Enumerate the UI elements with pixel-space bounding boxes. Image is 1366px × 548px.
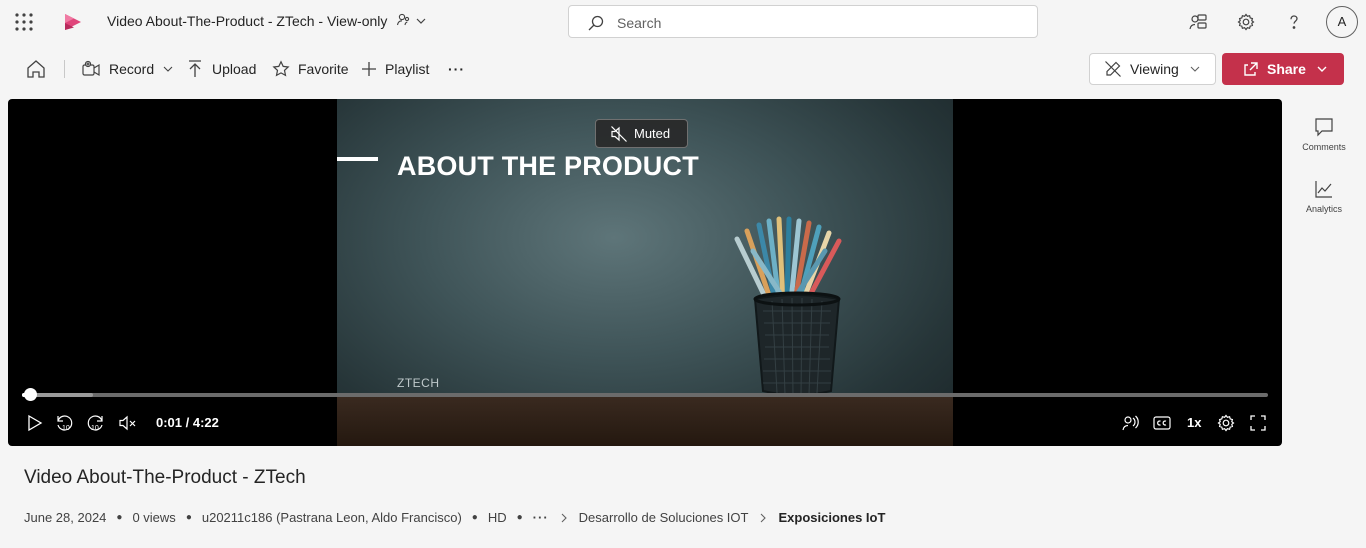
search-input[interactable]: Search <box>617 15 661 31</box>
rewind-10-icon: 10 <box>57 415 73 432</box>
share-icon <box>1244 61 1258 76</box>
fullscreen-button[interactable] <box>1248 413 1268 433</box>
analytics-label: Analytics <box>1305 204 1342 214</box>
upload-label: Upload <box>212 61 257 77</box>
settings-icon <box>1217 414 1235 432</box>
chevron-down-icon <box>1190 66 1200 72</box>
headline-dash <box>337 157 378 161</box>
meta-separator: ● <box>471 512 478 523</box>
help-icon[interactable] <box>1284 12 1304 32</box>
rewind-10-button[interactable]: 10 <box>54 413 74 433</box>
top-bar: Video About-The-Product - ZTech - View-o… <box>0 0 1366 44</box>
search-box[interactable]: Search <box>568 5 1038 38</box>
meta-separator: ● <box>116 512 123 523</box>
plus-icon <box>362 62 376 76</box>
meta-separator: ● <box>516 512 523 523</box>
muted-label: Muted <box>634 126 671 141</box>
chevron-down-icon <box>163 66 173 72</box>
closed-captions-icon <box>1153 416 1171 430</box>
analytics-icon <box>1315 181 1332 198</box>
pencil-cup-image <box>734 216 842 397</box>
pen-off-icon <box>1105 61 1121 77</box>
quality-badge: HD <box>487 510 507 525</box>
record-icon <box>82 60 100 77</box>
video-headline: ABOUT THE PRODUCT <box>397 151 699 181</box>
chevron-right-icon <box>758 512 768 524</box>
share-button[interactable]: Share <box>1222 53 1344 85</box>
muted-indicator[interactable]: Muted <box>595 119 688 148</box>
video-brand: ZTECH <box>397 376 440 390</box>
comments-label: Comments <box>1302 142 1346 152</box>
progress-thumb[interactable] <box>24 388 37 401</box>
fullscreen-icon <box>1250 415 1266 431</box>
toolbar-divider <box>64 60 65 78</box>
breadcrumb-current[interactable]: Exposiciones IoT <box>778 510 885 525</box>
video-meta: June 28, 2024 ● 0 views ● u20211c186 (Pa… <box>24 510 885 525</box>
time-display: 0:01 / 4:22 <box>156 415 219 430</box>
play-icon <box>28 414 43 432</box>
play-button[interactable] <box>24 413 44 433</box>
meta-separator: ● <box>185 512 192 523</box>
chevron-right-icon <box>559 512 569 524</box>
viewing-button[interactable]: Viewing <box>1089 53 1216 85</box>
upload-date: June 28, 2024 <box>24 510 107 525</box>
wooden-table <box>337 396 953 446</box>
owner-link[interactable]: u20211c186 (Pastrana Leon, Aldo Francisc… <box>202 510 462 525</box>
avatar[interactable]: A <box>1326 6 1358 38</box>
stream-logo-icon[interactable] <box>62 11 84 33</box>
chevron-down-icon <box>1317 66 1327 72</box>
comment-icon <box>1315 118 1333 137</box>
home-icon <box>27 60 45 78</box>
home-button[interactable] <box>25 58 47 80</box>
playlist-label: Playlist <box>385 61 430 77</box>
player-settings-button[interactable] <box>1216 413 1236 433</box>
favorite-button[interactable]: Favorite <box>272 58 349 80</box>
document-title[interactable]: Video About-The-Product - ZTech - View-o… <box>107 13 387 29</box>
upload-button[interactable]: Upload <box>186 58 256 80</box>
comments-panel-button[interactable]: Comments <box>1292 116 1356 152</box>
chevron-down-icon[interactable] <box>414 14 428 28</box>
captions-button[interactable] <box>1152 413 1172 433</box>
favorite-label: Favorite <box>298 61 349 77</box>
mute-toggle-button[interactable] <box>118 413 138 433</box>
feedback-icon[interactable] <box>1188 12 1208 32</box>
forward-10-icon: 10 <box>87 415 103 432</box>
playback-rate-button[interactable]: 1x <box>1187 415 1201 430</box>
share-label: Share <box>1267 61 1306 77</box>
people-icon[interactable] <box>396 12 412 28</box>
playlist-button[interactable]: Playlist <box>361 58 429 80</box>
waffle-icon[interactable] <box>14 12 34 32</box>
progress-bar[interactable] <box>22 393 1268 397</box>
video-title: Video About-The-Product - ZTech <box>24 467 306 488</box>
speaker-muted-icon <box>611 125 627 142</box>
svg-text:10: 10 <box>62 425 70 432</box>
viewing-label: Viewing <box>1130 61 1179 77</box>
search-icon <box>587 14 605 32</box>
svg-text:10: 10 <box>91 425 99 432</box>
upload-icon <box>189 60 201 77</box>
record-button[interactable]: Record <box>81 58 174 80</box>
speaker-muted-icon <box>119 415 136 431</box>
analytics-panel-button[interactable]: Analytics <box>1292 178 1356 214</box>
record-label: Record <box>109 61 155 77</box>
audio-description-icon <box>1122 415 1139 431</box>
breadcrumb-parent[interactable]: Desarrollo de Soluciones IOT <box>579 510 749 525</box>
forward-10-button[interactable]: 10 <box>86 413 106 433</box>
star-icon <box>272 60 290 77</box>
view-count: 0 views <box>132 510 176 525</box>
settings-icon[interactable] <box>1236 12 1256 32</box>
more-options-button[interactable]: ··· <box>448 58 465 80</box>
audio-description-button[interactable] <box>1120 413 1140 433</box>
video-player[interactable]: ABOUT THE PRODUCT ZTECH Muted 10 10 0:01… <box>8 99 1282 446</box>
breadcrumb-more-button[interactable]: ··· <box>533 510 549 525</box>
